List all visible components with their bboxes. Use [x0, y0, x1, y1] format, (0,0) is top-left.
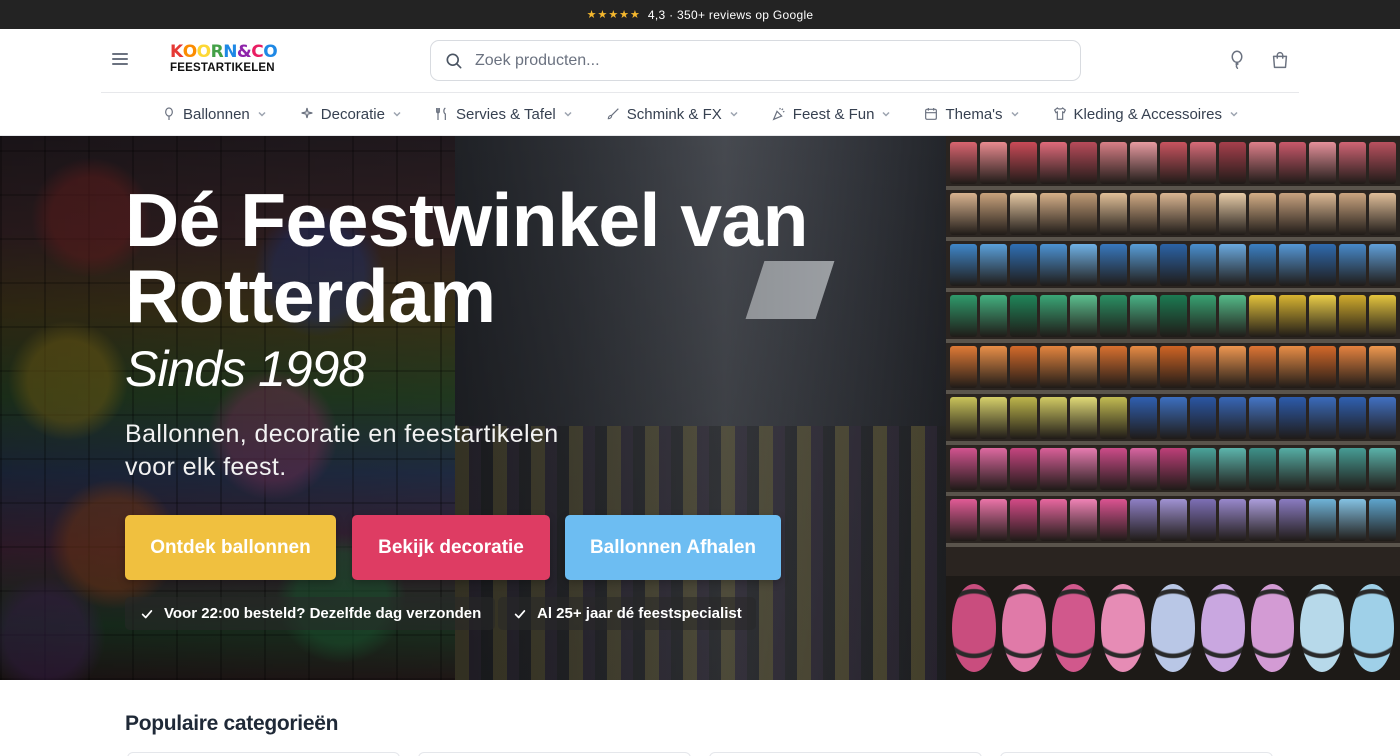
shelf-divider: [946, 543, 1400, 547]
nav-label: Feest & Fun: [792, 105, 875, 123]
shelf-divider: [946, 339, 1400, 343]
nav-label: Kleding & Accessoires: [1073, 105, 1222, 123]
menu-icon[interactable]: [112, 53, 128, 67]
hero-subtitle: Ballonnen, decoratie en feestartikelen v…: [125, 418, 645, 484]
shirt-icon: [1053, 107, 1066, 120]
balloon-pickup-button[interactable]: Ballonnen Afhalen: [565, 515, 781, 580]
category-nav: Ballonnen Decoratie Servies & Tafel Schm…: [0, 93, 1400, 136]
sparkle-icon: [301, 107, 313, 119]
chevron-down-icon: [1011, 111, 1019, 117]
shelf-row: [946, 142, 1400, 184]
shelf-row: [946, 448, 1400, 490]
check-icon: [141, 609, 153, 618]
header: K O O R N & C O FEESTARTIKELEN: [0, 29, 1400, 92]
balloon-icon: [165, 107, 173, 120]
nav-label: Ballonnen: [183, 105, 250, 123]
utensils-icon: [436, 107, 446, 120]
review-text: 4,3 · 350+ reviews op Google: [647, 7, 814, 22]
calendar-icon: [925, 108, 938, 120]
shelf-row: [946, 346, 1400, 388]
nav-item-decoratie[interactable]: Decoratie: [283, 93, 418, 136]
hero-content: Dé Feestwinkel van Rotterdam Sinds 1998 …: [125, 136, 945, 680]
wishlist-icon[interactable]: [1226, 49, 1248, 71]
hero-subtitle-line2: voor elk feest.: [125, 453, 287, 481]
hero-title: Dé Feestwinkel van Rotterdam: [125, 182, 808, 334]
review-bar: ★★★★★ 4,3 · 350+ reviews op Google: [0, 0, 1400, 29]
usp-experience: Al 25+ jaar dé feestspecialist: [498, 597, 756, 630]
category-card[interactable]: [127, 752, 400, 756]
hero-subtitle-line1: Ballonnen, decoratie en feestartikelen: [125, 420, 559, 448]
shelf-divider: [946, 492, 1400, 496]
logo-subtitle: FEESTARTIKELEN: [170, 62, 275, 74]
usp-text: Voor 22:00 besteld? Dezelfde dag verzond…: [164, 605, 482, 622]
search-bar[interactable]: [430, 40, 1081, 81]
discover-balloons-button[interactable]: Ontdek ballonnen: [125, 515, 336, 580]
hero-title-line1: Dé Feestwinkel van: [125, 178, 808, 262]
nav-item-feest-fun[interactable]: Feest & Fun: [755, 93, 908, 136]
hero-banner: Dé Feestwinkel van Rotterdam Sinds 1998 …: [0, 136, 1400, 680]
nav-label: Decoratie: [320, 105, 385, 123]
category-card[interactable]: [709, 752, 982, 756]
shelf-row: [946, 295, 1400, 337]
cart-icon[interactable]: [1269, 49, 1291, 71]
shelf-divider: [946, 441, 1400, 445]
category-card[interactable]: [1000, 752, 1273, 756]
shelf-divider: [946, 186, 1400, 190]
logo[interactable]: K O O R N & C O FEESTARTIKELEN: [170, 43, 280, 79]
nav-item-schmink-fx[interactable]: Schmink & FX: [589, 93, 755, 136]
chevron-down-icon: [882, 111, 891, 117]
search-icon: [446, 53, 462, 68]
shelf-divider: [946, 288, 1400, 292]
nav-item-ballonnen[interactable]: Ballonnen: [145, 93, 283, 136]
search-input[interactable]: [475, 51, 1035, 70]
chevron-down-icon: [564, 111, 572, 117]
fx-tins-row: [946, 576, 1400, 680]
chevron-down-icon: [393, 111, 401, 117]
party-popper-icon: [772, 107, 785, 121]
hero-since: Sinds 1998: [125, 341, 366, 397]
nav-label: Servies & Tafel: [455, 105, 556, 123]
chevron-down-icon: [258, 111, 266, 117]
brush-icon: [607, 108, 619, 120]
nav-label: Thema's: [945, 105, 1003, 123]
shelf-row: [946, 397, 1400, 439]
check-icon: [514, 609, 526, 618]
popular-categories-title: Populaire categorieën: [125, 712, 339, 735]
nav-item-themas[interactable]: Thema's: [907, 93, 1035, 136]
nav-label: Schmink & FX: [626, 105, 722, 123]
category-card[interactable]: [418, 752, 691, 756]
shelf-divider: [946, 390, 1400, 394]
logo-wordmark: K O O R N & C O: [170, 42, 278, 62]
hero-title-line2: Rotterdam: [125, 254, 496, 338]
hero-image-makeup-shelves: [946, 136, 1400, 680]
view-decoration-button[interactable]: Bekijk decoratie: [352, 515, 550, 580]
shelf-row: [946, 193, 1400, 235]
nav-item-kleding-accessoires[interactable]: Kleding & Accessoires: [1036, 93, 1255, 136]
chevron-down-icon: [730, 111, 738, 117]
shelf-row: [946, 244, 1400, 286]
shelf-row: [946, 499, 1400, 541]
rating-stars: ★★★★★: [586, 9, 641, 21]
usp-text: Al 25+ jaar dé feestspecialist: [537, 605, 742, 622]
chevron-down-icon: [1230, 111, 1238, 117]
usp-same-day-shipping: Voor 22:00 besteld? Dezelfde dag verzond…: [125, 597, 496, 630]
nav-item-servies-tafel[interactable]: Servies & Tafel: [418, 93, 589, 136]
shelf-divider: [946, 237, 1400, 241]
